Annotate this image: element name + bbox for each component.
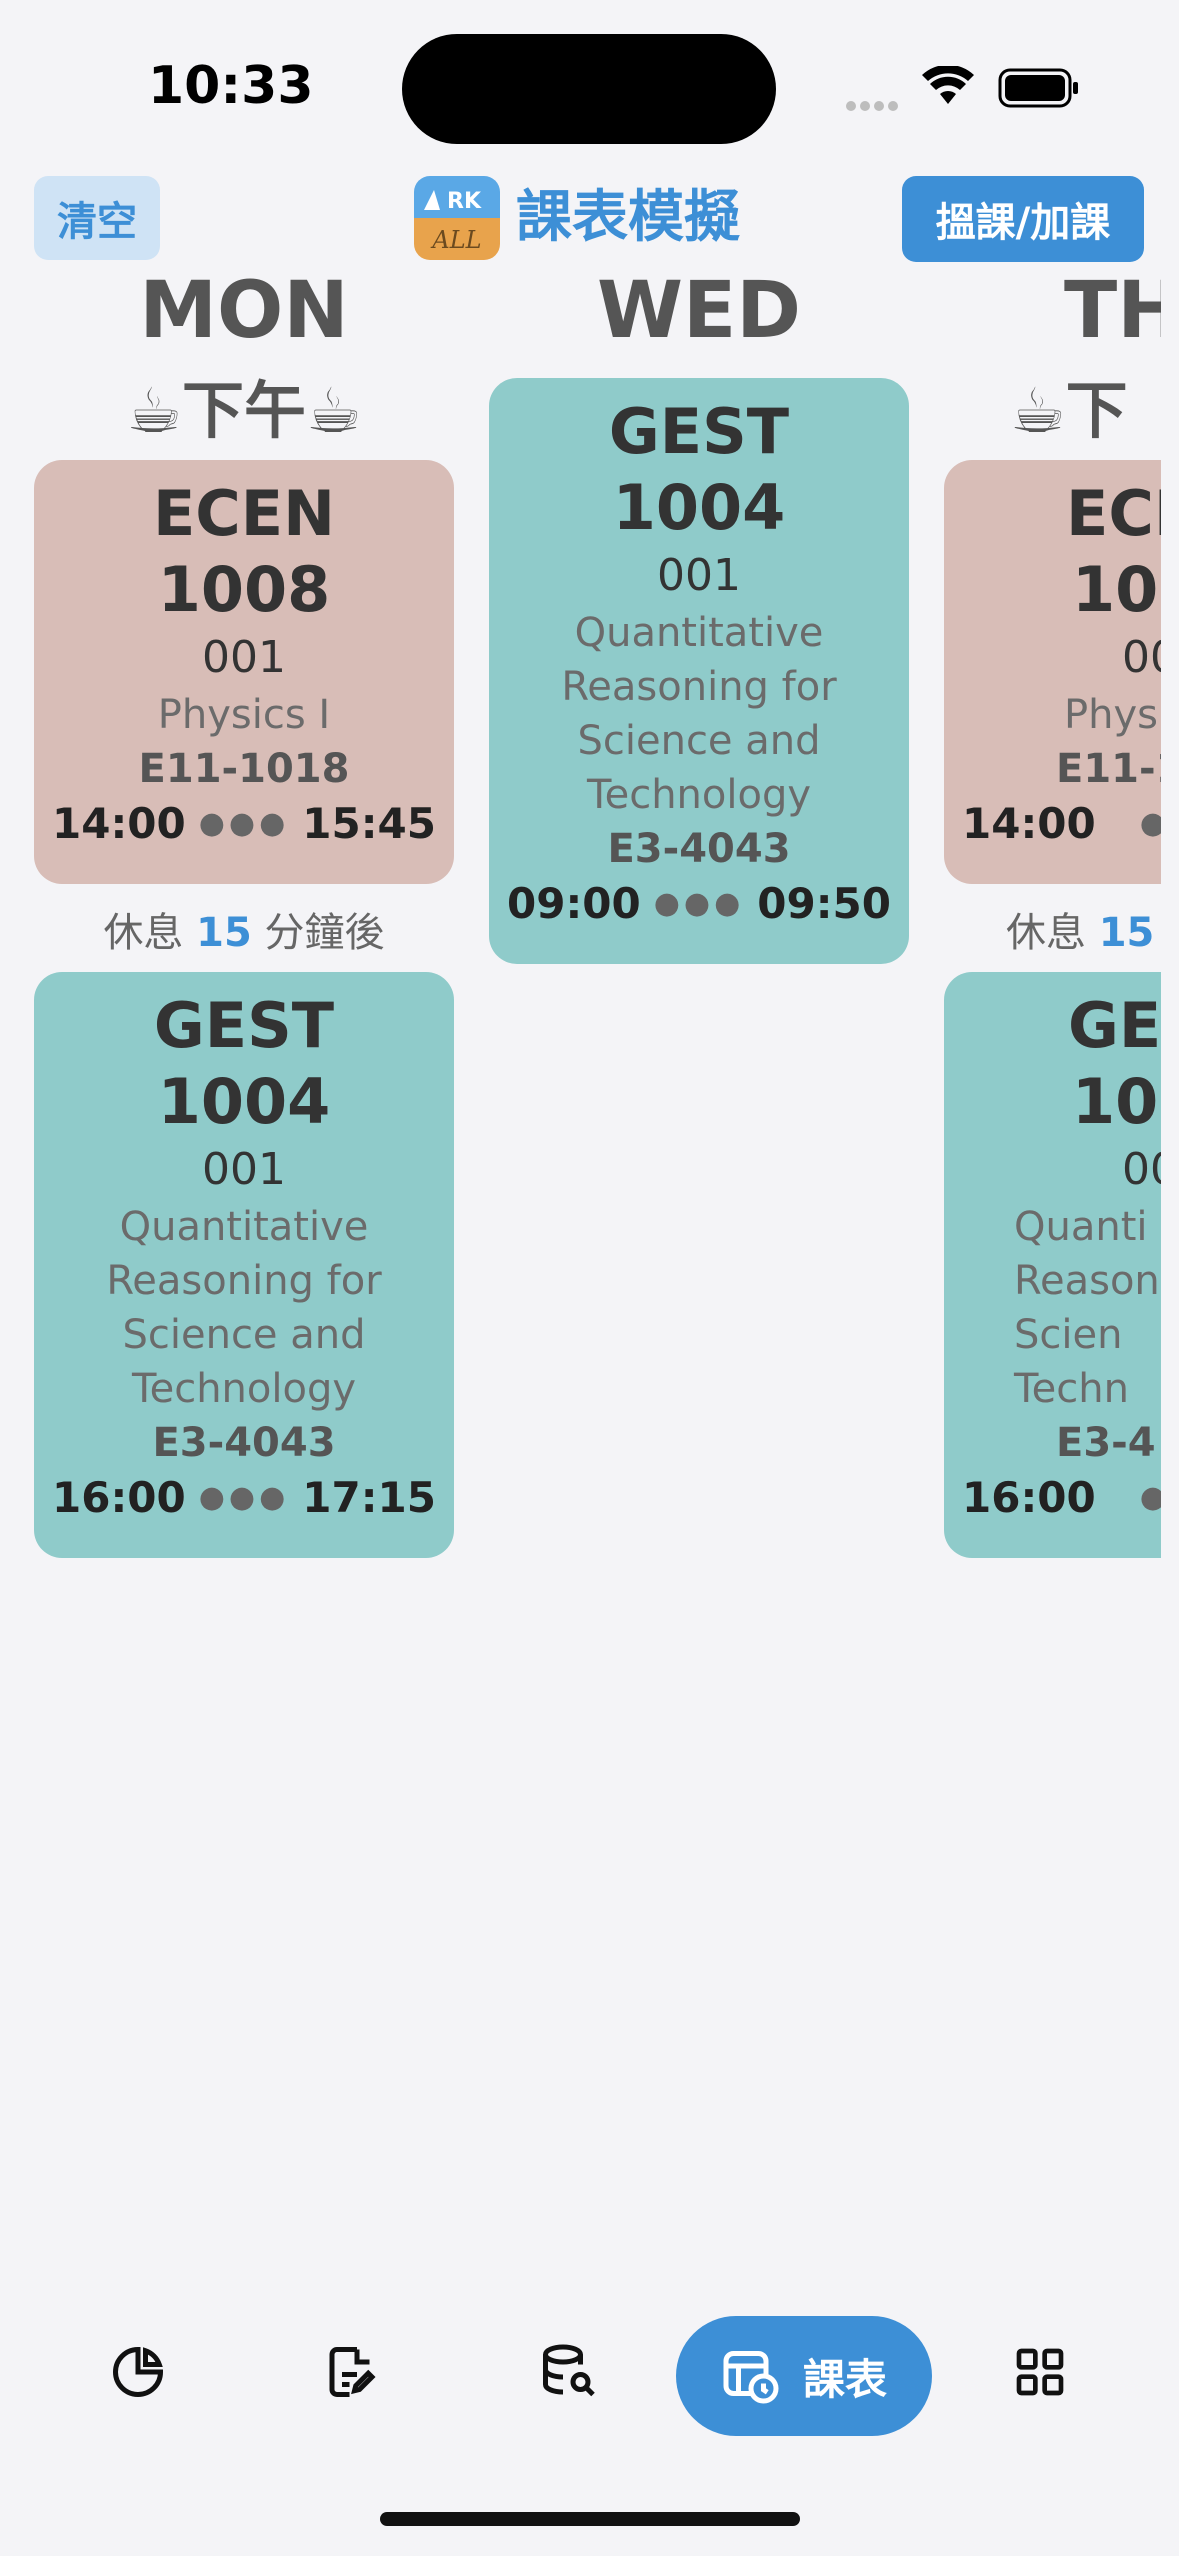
course-code: GEST xyxy=(608,395,790,468)
course-section: 001 xyxy=(202,1144,286,1195)
break-suffix: 分鐘後 xyxy=(264,910,385,956)
timetable-scroll-area[interactable]: MON ☕下午☕ ECEN 1008 001 Physics I E11-101… xyxy=(0,0,1161,2556)
course-room: E3-4043 xyxy=(607,826,791,872)
tab-timetable[interactable]: 課表 xyxy=(676,2316,932,2436)
course-number: 10 xyxy=(1072,553,1159,626)
break-minutes: 15 xyxy=(196,910,252,956)
course-start-time: 16:00 xyxy=(52,1473,186,1522)
tab-notes[interactable] xyxy=(310,2330,394,2414)
break-note: 休息 15 xyxy=(944,900,1161,958)
course-end-time: 15:45 xyxy=(302,799,436,848)
course-section: 00 xyxy=(1122,632,1161,683)
day-header-thu: TH xyxy=(1064,266,1161,356)
course-name: Quanti Reason Scien Techn xyxy=(1014,1204,1160,1412)
course-start-time: 14:00 xyxy=(962,799,1096,848)
course-room: E3-4043 xyxy=(152,1420,336,1466)
break-note: 休息 15 分鐘後 xyxy=(34,900,454,958)
course-code: GE xyxy=(1068,989,1161,1062)
course-section: 001 xyxy=(202,632,286,683)
course-number: 1008 xyxy=(157,553,331,626)
more-dots-icon: ●●● xyxy=(198,1480,290,1515)
course-card-gest-1004[interactable]: GE 10 00 Quanti Reason Scien Techn E3-4 … xyxy=(944,972,1161,1558)
course-room: E11-1 xyxy=(1056,746,1161,792)
course-code: ECI xyxy=(1066,477,1161,550)
more-dots-icon: ●●● xyxy=(1139,806,1161,841)
grid-icon xyxy=(1016,2348,1064,2396)
course-number: 10 xyxy=(1072,1065,1159,1138)
course-card-ecen-1008[interactable]: ECEN 1008 001 Physics I E11-1018 14:00 ●… xyxy=(34,460,454,884)
course-name: Phys xyxy=(1064,692,1158,738)
period-label-afternoon: ☕下午☕ xyxy=(126,374,362,447)
home-indicator[interactable] xyxy=(380,2512,800,2526)
edit-document-icon xyxy=(329,2347,376,2397)
course-end-time: 09:50 xyxy=(757,879,891,928)
day-header-mon: MON xyxy=(139,266,349,356)
course-room: E3-4 xyxy=(1056,1420,1156,1466)
tab-more[interactable] xyxy=(998,2330,1082,2414)
course-card-gest-1004[interactable]: GEST 1004 001 Quantitative Reasoning for… xyxy=(489,378,909,964)
break-minutes: 15 xyxy=(1098,910,1155,956)
course-start-time: 09:00 xyxy=(507,879,641,928)
course-code: ECEN xyxy=(152,477,336,550)
course-section: 00 xyxy=(1122,1144,1161,1195)
period-label-afternoon: ☕下 xyxy=(1010,374,1128,447)
timetable-icon xyxy=(723,2351,779,2404)
break-prefix: 休息 xyxy=(1006,910,1086,956)
day-header-wed: WED xyxy=(596,266,802,356)
course-start-time: 14:00 xyxy=(52,799,186,848)
course-card-gest-1004[interactable]: GEST 1004 001 Quantitative Reasoning for… xyxy=(34,972,454,1558)
course-code: GEST xyxy=(153,989,335,1062)
pie-chart-icon xyxy=(113,2346,164,2397)
tab-statistics[interactable] xyxy=(96,2330,180,2414)
break-prefix: 休息 xyxy=(103,910,184,956)
tab-course-search[interactable] xyxy=(526,2330,610,2414)
more-dots-icon: ●●● xyxy=(1139,1480,1161,1515)
more-dots-icon: ●●● xyxy=(653,886,745,921)
course-number: 1004 xyxy=(157,1065,331,1138)
course-end-time: 17:15 xyxy=(302,1473,436,1522)
course-name: Quantitative Reasoning for Science and T… xyxy=(106,1204,382,1412)
course-card-ecen-1008[interactable]: ECI 10 00 Phys E11-1 14:00 ●●● xyxy=(944,460,1161,884)
course-room: E11-1018 xyxy=(138,746,350,792)
course-name: Quantitative Reasoning for Science and T… xyxy=(561,610,837,818)
database-search-icon xyxy=(543,2344,595,2397)
tab-timetable-label: 課表 xyxy=(802,2354,887,2404)
course-number: 1004 xyxy=(612,471,786,544)
course-section: 001 xyxy=(657,550,741,601)
course-name: Physics I xyxy=(157,692,331,738)
more-dots-icon: ●●● xyxy=(198,806,290,841)
course-start-time: 16:00 xyxy=(962,1473,1096,1522)
